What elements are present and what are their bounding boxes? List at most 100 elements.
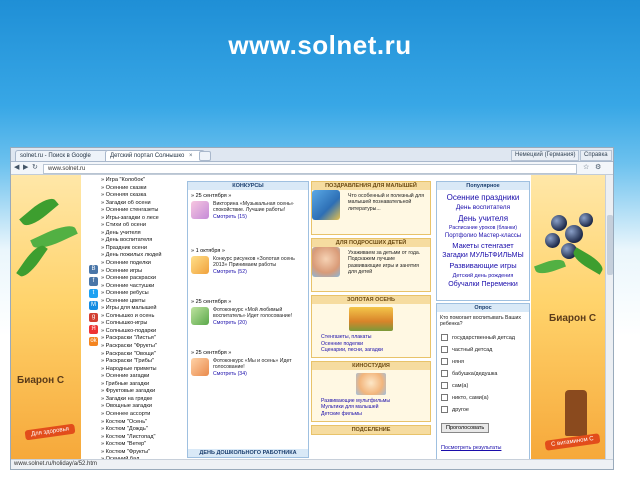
back-icon[interactable]: ◀ [14,164,19,172]
poll-option[interactable]: сам(а) [441,380,529,392]
menu-item[interactable]: » Осенние стенгазеты [101,207,179,215]
menu-item[interactable]: » Костюм "Листопад" [101,434,179,442]
tab-solnet[interactable]: Детский портал Солнышко × [105,150,205,161]
menu-item[interactable]: » Игра "Колобок" [101,177,179,185]
contest-entry[interactable]: Фотоконкурс «Мой любимый воспитатель» Ид… [191,307,305,347]
reload-icon[interactable]: ↻ [32,164,38,172]
vk-icon[interactable]: В [89,265,98,274]
contest-view-link[interactable]: Смотреть (15) [213,214,247,220]
menu-item[interactable]: » Осенние частушки [101,283,179,291]
poll-option[interactable]: другое [441,404,529,416]
checkbox[interactable] [441,357,448,365]
contest-thumbnail[interactable] [191,201,209,219]
wrench-icon[interactable]: ⚙ [595,164,601,172]
menu-item[interactable]: » Осенняя сказка [101,192,179,200]
popular-link[interactable]: Осенние праздники [437,192,529,203]
help-button[interactable]: Справка [580,150,612,161]
tab-google-search[interactable]: solnet.ru - Поиск в Google [15,150,109,161]
menu-item[interactable]: » Овощные загадки [101,403,179,411]
twitter-icon[interactable]: t [89,289,98,298]
scrollbar-thumb[interactable] [607,215,613,275]
contest-thumbnail[interactable] [191,307,209,325]
popular-link[interactable]: День учителя [437,213,529,224]
vote-button[interactable]: Проголосовать [441,422,490,433]
menu-item[interactable]: » Осенние сказки [101,185,179,193]
contest-entry[interactable]: Викторина «Музыкальная осень» спокойстви… [191,201,305,245]
contest-entry[interactable]: Фотоконкурс «Мы и осень» Идет голосовани… [191,358,305,398]
yandex-icon[interactable]: Я [89,325,98,334]
contest-entry[interactable]: Конкурс рисунков «Золотая осень 2013» Пр… [191,256,305,296]
film-link[interactable]: Детские фильмы [315,411,427,418]
menu-item[interactable]: » Игры для малышей [101,305,179,313]
menu-item[interactable]: » Праздник осени [101,245,179,253]
poll-option[interactable]: никто, сами(а) [441,392,529,404]
poll-results-link[interactable]: Посмотреть результаты [441,445,501,451]
menu-item[interactable]: » Игры-загадки о лесе [101,215,179,223]
menu-item[interactable]: » Костюм "Дождь" [101,426,179,434]
scrollbar[interactable] [605,175,613,460]
autumn-link[interactable]: Сценарии, песни, загадки [315,347,427,354]
menu-item[interactable]: » Раскраски "Грибы" [101,358,179,366]
menu-item[interactable]: » Осенние цветы [101,298,179,306]
popular-link[interactable]: День воспитателя [437,203,529,213]
menu-item[interactable]: » Раскраски "Листья" [101,335,179,343]
mailru-icon[interactable]: М [89,301,98,310]
menu-item[interactable]: » Солнышко и осень [101,313,179,321]
popular-link[interactable]: Портфолио Мастер-классы [437,232,529,241]
poll-option[interactable]: частный детсад [441,344,529,356]
menu-item[interactable]: » Костюм "Осень" [101,419,179,427]
menu-item[interactable]: » Раскраски "Фрукты" [101,343,179,351]
menu-item[interactable]: » Осенние ребусы [101,290,179,298]
contest-view-link[interactable]: Смотреть (52) [213,269,247,275]
forward-icon[interactable]: ▶ [23,164,28,172]
menu-item[interactable]: » Народные приметы [101,366,179,374]
poll-option[interactable]: государственный детсад [441,332,529,344]
odnoklassniki-icon[interactable]: ok [89,337,98,346]
star-icon[interactable]: ☆ [583,164,589,172]
checkbox[interactable] [441,381,448,389]
menu-item[interactable]: » Загадки об осени [101,200,179,208]
menu-item[interactable]: » Костюм "Ветер" [101,441,179,449]
menu-item[interactable]: » Грибные загадки [101,381,179,389]
checkbox[interactable] [441,393,448,401]
popular-link[interactable]: Расписание уроков (бланки) [437,224,529,232]
film-link[interactable]: Мультики для малышей [315,404,427,411]
autumn-image[interactable] [349,307,393,331]
menu-item[interactable]: » День воспитателя [101,237,179,245]
popular-link[interactable]: Макеты стенгазет [437,241,529,252]
menu-item[interactable]: » Костюм "Фрукты" [101,449,179,457]
checkbox[interactable] [441,333,448,341]
menu-item[interactable]: » Осеннее ассорти [101,411,179,419]
menu-item[interactable]: » Солнышко-игры [101,320,179,328]
checkbox[interactable] [441,405,448,413]
autumn-link[interactable]: Осенние поделки [315,341,427,348]
menu-item[interactable]: » Стихи об осени [101,222,179,230]
popular-link[interactable]: Развивающие игры [437,261,529,272]
popular-link[interactable]: Загадки МУЛЬТФИЛЬМЫ [437,251,529,261]
menu-item[interactable]: » Раскраски "Овощи" [101,351,179,359]
popular-link[interactable]: Обучалки Переменки [437,280,529,290]
url-input[interactable]: www.solnet.ru [43,164,577,174]
contest-thumbnail[interactable] [191,256,209,274]
contest-thumbnail[interactable] [191,358,209,376]
menu-item[interactable]: » Осенние загадки [101,373,179,381]
language-indicator[interactable]: Немецкий (Германия) [511,150,580,161]
menu-item[interactable]: » Загадки на грядке [101,396,179,404]
google-icon[interactable]: g [89,313,98,322]
autumn-link[interactable]: Стенгазеты, плакаты [315,334,427,341]
popular-link[interactable]: Детский день рождения [437,272,529,281]
books-image[interactable] [312,190,340,220]
menu-item[interactable]: » Осенние поделки [101,260,179,268]
checkbox[interactable] [441,345,448,353]
contest-view-link[interactable]: Смотреть (34) [213,371,247,377]
new-tab-button[interactable] [199,151,211,161]
facebook-icon[interactable]: f [89,277,98,286]
ad-banner-left[interactable]: Биарон С Для здоровья [11,175,81,460]
baby-photo[interactable] [312,247,340,277]
checkbox[interactable] [441,369,448,377]
contest-view-link[interactable]: Смотреть (20) [213,320,247,326]
ad-banner-right[interactable]: Биарон С С витамином С [531,175,611,460]
kid-photo[interactable] [356,372,386,395]
menu-item[interactable]: » День пожилых людей [101,252,179,260]
menu-item[interactable]: » Солнышко-подарки [101,328,179,336]
